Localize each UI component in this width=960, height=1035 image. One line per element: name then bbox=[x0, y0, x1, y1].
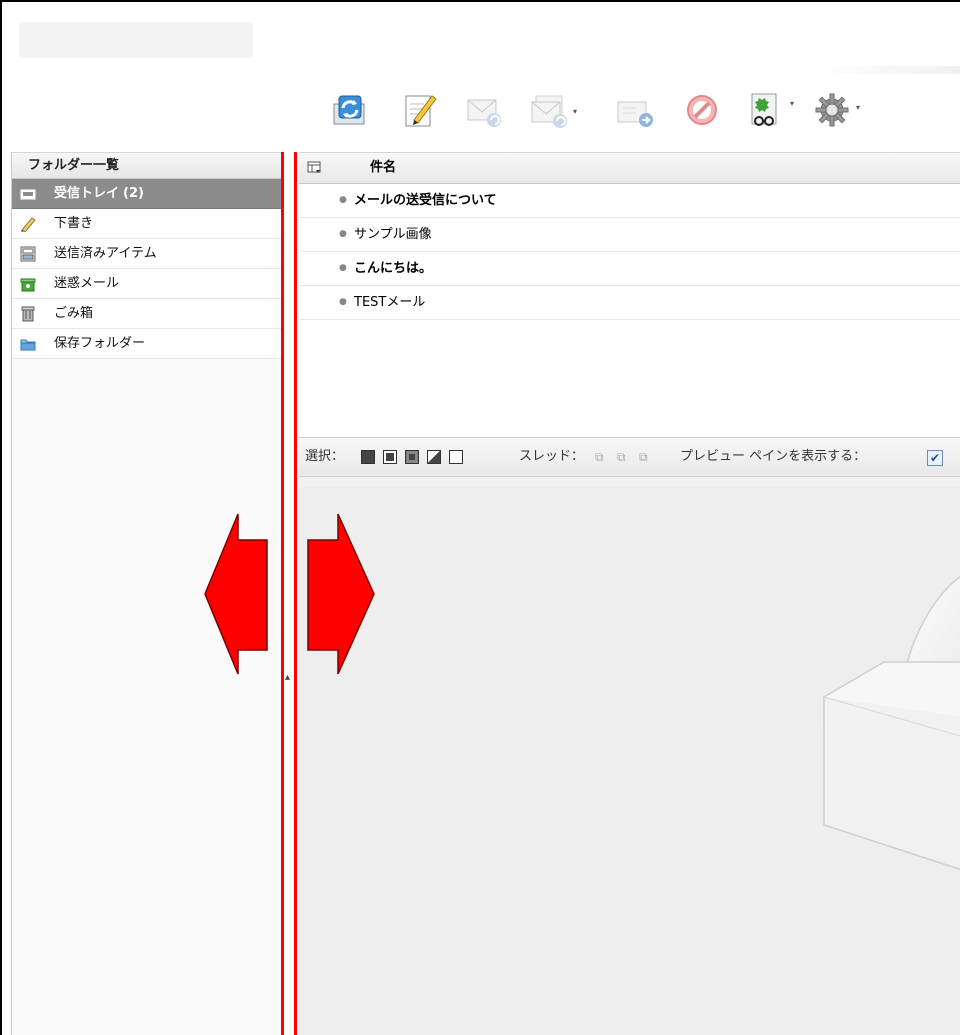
mark-button[interactable] bbox=[748, 90, 788, 130]
refresh-mail-button[interactable] bbox=[330, 90, 370, 130]
reply-button[interactable] bbox=[464, 90, 504, 130]
select-label: 選択： bbox=[305, 449, 345, 464]
mail-subject: メールの送受信について bbox=[354, 193, 497, 208]
bullet-icon: ● bbox=[339, 229, 347, 239]
preview-pane-checkbox[interactable]: ✔ bbox=[927, 450, 943, 466]
thread-label: スレッド： bbox=[519, 449, 585, 464]
splitter-handle-icon[interactable]: ▴ bbox=[285, 672, 290, 686]
reply-icon bbox=[467, 99, 501, 127]
mail-row[interactable]: ● TESTメール bbox=[299, 286, 960, 320]
select-none-button[interactable] bbox=[449, 450, 463, 464]
preview-area bbox=[299, 487, 960, 1035]
bullet-icon: ● bbox=[339, 263, 347, 273]
select-all-button[interactable] bbox=[361, 450, 375, 464]
refresh-mail-icon bbox=[333, 95, 365, 125]
mail-row[interactable]: ● メールの送受信について bbox=[299, 184, 960, 218]
folder-item-saved[interactable]: 保存フォルダー bbox=[12, 329, 281, 359]
folder-icon bbox=[20, 339, 36, 351]
header-divider bbox=[820, 66, 960, 74]
unread-count: (2) bbox=[123, 186, 144, 201]
settings-gear-icon bbox=[815, 93, 849, 127]
mark-icon bbox=[751, 93, 777, 126]
folder-label: 受信トレイ bbox=[54, 186, 120, 201]
folder-item-trash[interactable]: ごみ箱 bbox=[12, 299, 281, 329]
mail-list-header: 件名 bbox=[299, 152, 960, 184]
select-unread-button[interactable] bbox=[405, 450, 419, 464]
mail-list: ● メールの送受信について ● サンプル画像 ● こんにちは。 ● TESTメー… bbox=[299, 184, 960, 320]
folder-label: 送信済みアイテム bbox=[54, 246, 157, 261]
thread-collapse-icon[interactable]: ⧉ bbox=[639, 450, 653, 464]
folder-item-junk[interactable]: 迷惑メール bbox=[12, 269, 281, 299]
delete-button[interactable] bbox=[682, 90, 722, 130]
inbox-icon bbox=[20, 189, 36, 200]
mark-dropdown-icon[interactable]: ▾ bbox=[790, 100, 794, 108]
folder-item-drafts[interactable]: 下書き bbox=[12, 209, 281, 239]
mail-list-empty-area bbox=[299, 319, 960, 437]
mail-row[interactable]: ● サンプル画像 bbox=[299, 218, 960, 252]
sent-icon bbox=[20, 246, 36, 262]
empty-preview-illustration bbox=[823, 575, 960, 871]
select-invert-button[interactable] bbox=[427, 450, 441, 464]
settings-dropdown-icon[interactable]: ▾ bbox=[856, 104, 860, 112]
pencil-icon bbox=[21, 217, 36, 232]
preview-pane-label: プレビュー ペインを表示する： bbox=[680, 449, 867, 464]
folder-label: 保存フォルダー bbox=[54, 336, 146, 351]
thread-expand-all-icon[interactable]: ⧉ bbox=[617, 450, 631, 464]
mail-subject: こんにちは。 bbox=[354, 261, 433, 276]
bullet-icon: ● bbox=[339, 195, 347, 205]
trash-icon bbox=[21, 306, 35, 322]
column-chooser-icon[interactable] bbox=[307, 161, 321, 175]
folder-label: 迷惑メール bbox=[54, 276, 120, 291]
folder-item-inbox[interactable]: 受信トレイ (2) bbox=[12, 179, 281, 209]
logo-placeholder bbox=[19, 22, 253, 58]
splitter-left-highlight bbox=[281, 152, 284, 1035]
settings-button[interactable] bbox=[814, 90, 854, 130]
thread-expand-icon[interactable]: ⧉ bbox=[595, 450, 609, 464]
folder-panel-title: フォルダー一覧 bbox=[12, 152, 281, 179]
left-arrow-indicator bbox=[204, 513, 268, 675]
reply-all-button[interactable] bbox=[530, 90, 570, 130]
folder-label: ごみ箱 bbox=[54, 306, 94, 321]
junk-icon bbox=[20, 278, 36, 292]
mail-subject: サンプル画像 bbox=[354, 227, 432, 242]
message-pane: 件名 ● メールの送受信について ● サンプル画像 ● こんにちは。 ● TES… bbox=[299, 152, 960, 1035]
mail-subject: TESTメール bbox=[354, 295, 426, 310]
bullet-icon: ● bbox=[339, 297, 347, 307]
splitter-right-highlight bbox=[294, 152, 297, 1035]
forward-button[interactable] bbox=[616, 90, 656, 130]
mail-row[interactable]: ● こんにちは。 bbox=[299, 252, 960, 286]
subject-column-header[interactable]: 件名 bbox=[370, 153, 396, 183]
delete-icon bbox=[687, 95, 717, 125]
right-arrow-indicator bbox=[307, 513, 375, 675]
forward-icon bbox=[617, 101, 653, 127]
folder-label: 下書き bbox=[54, 216, 94, 231]
selection-toolbar: 選択： スレッド： ⧉ ⧉ ⧉ プレビュー ペインを表示する： ✔ bbox=[299, 437, 960, 477]
compose-icon bbox=[405, 95, 437, 127]
select-read-button[interactable] bbox=[383, 450, 397, 464]
reply-all-icon bbox=[531, 95, 567, 128]
folder-item-sent[interactable]: 送信済みアイテム bbox=[12, 239, 281, 269]
reply-all-dropdown-icon[interactable]: ▾ bbox=[573, 108, 577, 116]
compose-button[interactable] bbox=[400, 90, 440, 130]
